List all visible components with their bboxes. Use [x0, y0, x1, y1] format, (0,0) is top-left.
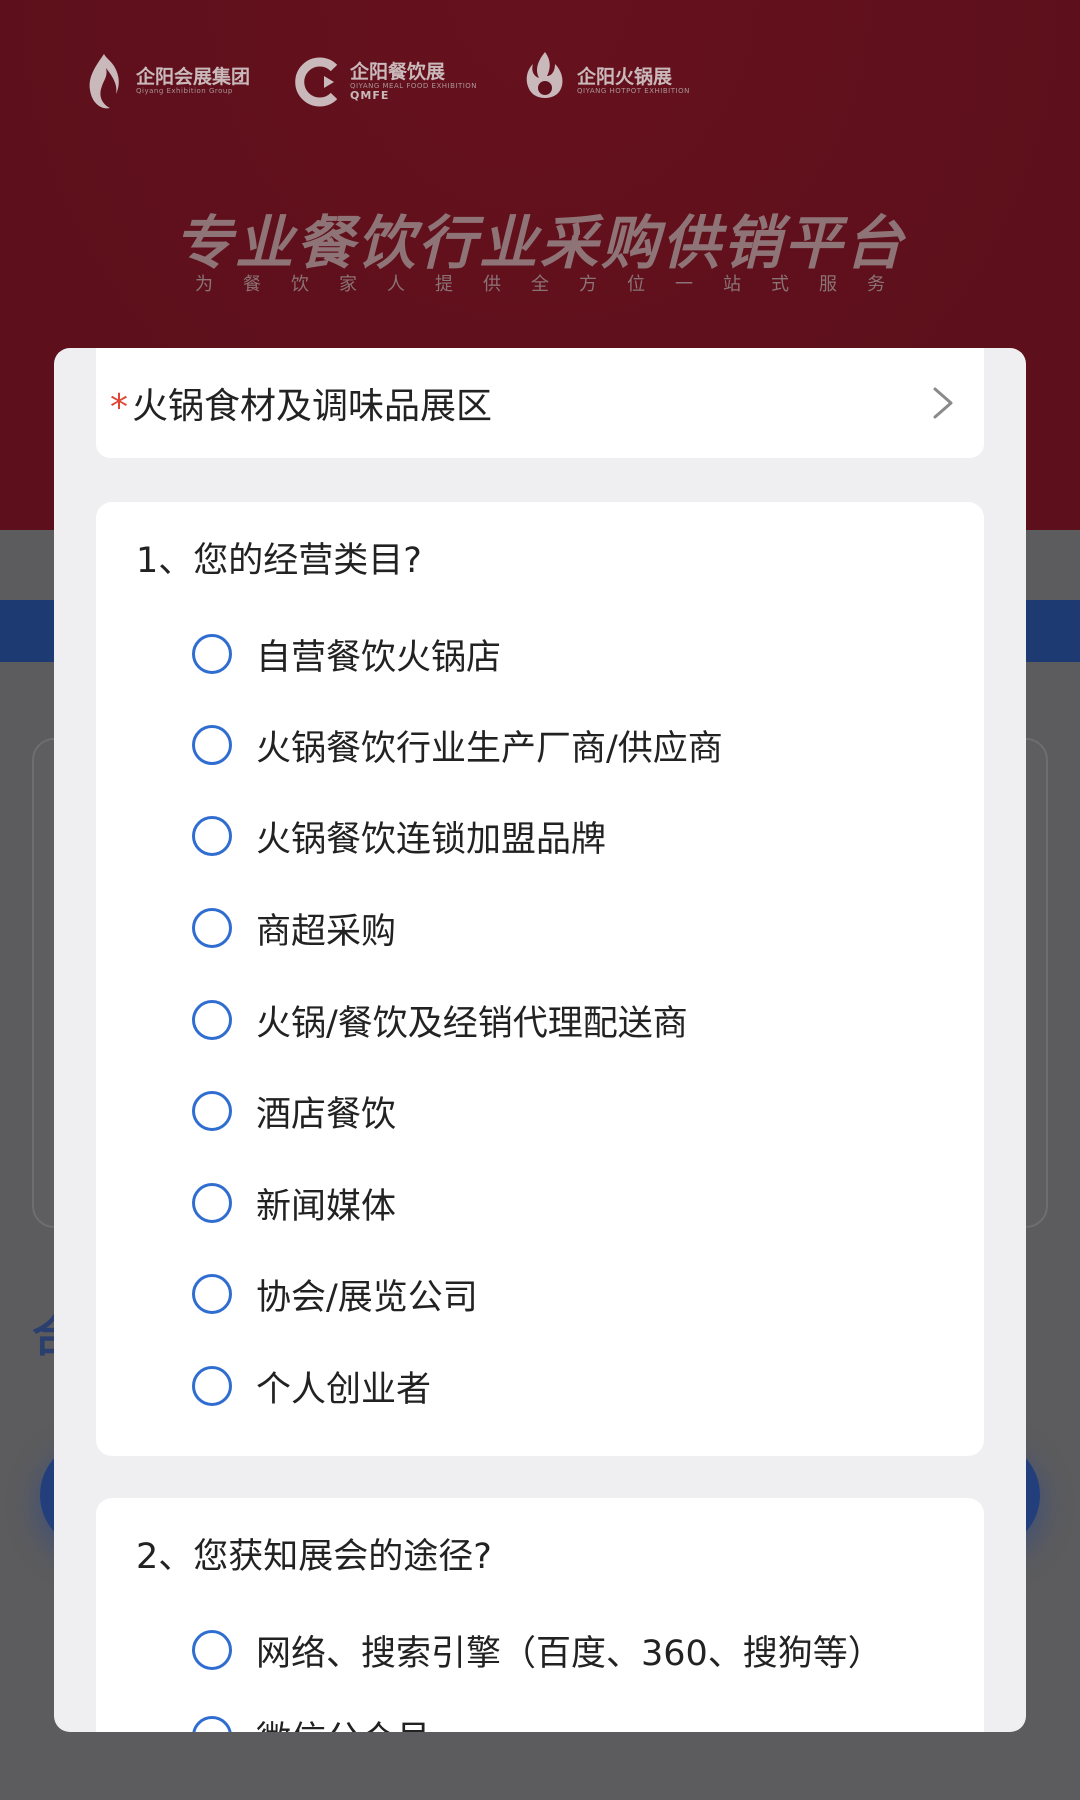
- flame-logo-icon: [89, 54, 119, 109]
- logo-name: 企阳会展集团: [136, 66, 251, 89]
- logo-subtitle: QIYANG HOTPOT EXHIBITION: [577, 87, 690, 96]
- exhibition-zone-select[interactable]: * 火锅食材及调味品展区: [96, 348, 984, 458]
- logo-qmfe: 企阳餐饮展 QIYANG MEAL FOOD EXHIBITION QMFE: [294, 50, 477, 114]
- radio-option[interactable]: 自营餐饮火锅店: [192, 626, 501, 682]
- logo-name: 企阳火锅展: [577, 66, 673, 89]
- radio-option[interactable]: 协会/展览公司: [192, 1266, 478, 1322]
- logo-row: 企阳会展集团 Qiyang Exhibition Group 企阳餐饮展 QIY…: [80, 50, 690, 114]
- question-card-info-source: 2、您获知展会的途径? 网络、搜索引擎（百度、360、搜狗等） 微信公众号: [96, 1498, 984, 1732]
- option-label: 酒店餐饮: [256, 1094, 397, 1135]
- logo-qiyang-group: 企阳会展集团 Qiyang Exhibition Group: [80, 50, 250, 114]
- option-label: 火锅/餐饮及经销代理配送商: [256, 1003, 688, 1044]
- radio-option[interactable]: 微信公众号: [192, 1708, 431, 1732]
- radio-option[interactable]: 酒店餐饮: [192, 1083, 396, 1139]
- logo-subtitle: Qiyang Exhibition Group: [136, 87, 233, 96]
- radio-button[interactable]: [192, 1091, 232, 1131]
- radio-option[interactable]: 网络、搜索引擎（百度、360、搜狗等）: [192, 1622, 883, 1678]
- radio-button[interactable]: [192, 634, 232, 674]
- question-title: 1、您的经营类目?: [136, 541, 422, 581]
- radio-option[interactable]: 个人创业者: [192, 1358, 431, 1414]
- logo-abbreviation: QMFE: [350, 88, 390, 102]
- option-label: 自营餐饮火锅店: [256, 637, 502, 678]
- radio-button[interactable]: [192, 1716, 232, 1732]
- banner-subline: 为餐饮家人提供全方位一站式服务: [195, 274, 915, 295]
- radio-option[interactable]: 火锅餐饮行业生产厂商/供应商: [192, 717, 723, 773]
- radio-button[interactable]: [192, 1366, 232, 1406]
- question-card-business-category: 1、您的经营类目? 自营餐饮火锅店 火锅餐饮行业生产厂商/供应商 火锅餐饮连锁加…: [96, 502, 984, 1456]
- radio-option[interactable]: 新闻媒体: [192, 1175, 396, 1231]
- flame-pot-logo-icon: [526, 52, 563, 98]
- banner-headline: 专业餐饮行业采购供销平台: [173, 209, 906, 277]
- radio-option[interactable]: 火锅餐饮连锁加盟品牌: [192, 808, 606, 864]
- c-ring-logo-icon: [295, 57, 338, 107]
- option-label: 火锅餐饮连锁加盟品牌: [256, 819, 607, 860]
- survey-modal: * 火锅食材及调味品展区 1、您的经营类目? 自营餐饮火锅店 火锅餐饮行业生产厂…: [54, 348, 1026, 1732]
- option-label: 个人创业者: [256, 1369, 432, 1410]
- radio-button[interactable]: [192, 1630, 232, 1670]
- option-label: 新闻媒体: [256, 1186, 397, 1227]
- radio-button[interactable]: [192, 1000, 232, 1040]
- logo-name: 企阳餐饮展: [350, 60, 446, 83]
- logo-hotpot-expo: 企阳火锅展 QIYANG HOTPOT EXHIBITION: [521, 50, 690, 114]
- radio-button[interactable]: [192, 1274, 232, 1314]
- radio-button[interactable]: [192, 816, 232, 856]
- option-label: 微信公众号: [256, 1711, 431, 1733]
- question-title: 2、您获知展会的途径?: [136, 1537, 492, 1577]
- required-marker: *: [110, 386, 128, 428]
- option-label: 商超采购: [256, 911, 397, 952]
- radio-button[interactable]: [192, 908, 232, 948]
- radio-option[interactable]: 火锅/餐饮及经销代理配送商: [192, 992, 688, 1048]
- radio-button[interactable]: [192, 1183, 232, 1223]
- chevron-right-icon: [933, 387, 953, 419]
- radio-option[interactable]: 商超采购: [192, 900, 396, 956]
- zone-label: 火锅食材及调味品展区: [132, 386, 493, 427]
- option-label: 火锅餐饮行业生产厂商/供应商: [256, 728, 723, 769]
- radio-button[interactable]: [192, 725, 232, 765]
- option-label: 协会/展览公司: [256, 1277, 478, 1318]
- option-label: 网络、搜索引擎（百度、360、搜狗等）: [256, 1633, 883, 1674]
